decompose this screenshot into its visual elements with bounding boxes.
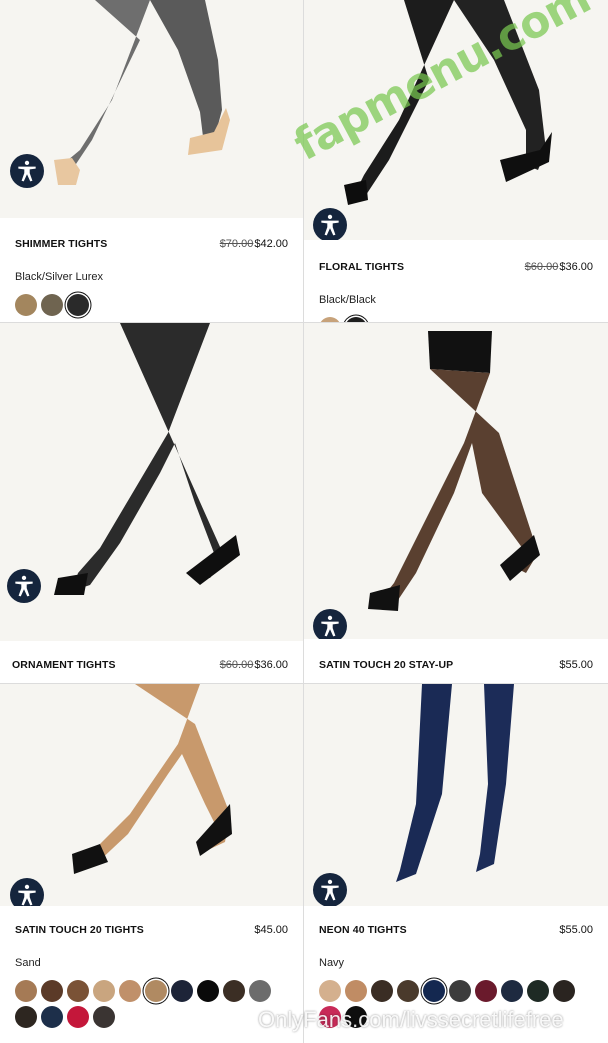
selected-color-name: Sand bbox=[15, 957, 41, 969]
color-swatch[interactable] bbox=[449, 980, 471, 1002]
product-name[interactable]: ORNAMENT TIGHTS bbox=[12, 659, 116, 671]
accessibility-person-icon bbox=[18, 884, 36, 906]
original-price: $70.00 bbox=[219, 238, 254, 250]
product-card-satin-touch-20-tights[interactable]: SATIN TOUCH 20 TIGHTS $45.00 Sand bbox=[0, 684, 303, 1043]
accessibility-button[interactable] bbox=[7, 569, 41, 603]
accessibility-person-icon bbox=[18, 160, 36, 182]
color-swatch[interactable] bbox=[93, 1006, 115, 1028]
color-swatch[interactable] bbox=[15, 1006, 37, 1028]
product-card-ornament-tights[interactable]: ORNAMENT TIGHTS $60.00$36.00 bbox=[0, 323, 303, 683]
selected-color-name: Black/Silver Lurex bbox=[15, 271, 104, 283]
color-swatch[interactable] bbox=[371, 980, 393, 1002]
color-swatches bbox=[15, 294, 89, 316]
product-name[interactable]: SHIMMER TIGHTS bbox=[15, 238, 107, 250]
original-price: $60.00 bbox=[524, 261, 559, 273]
selected-color-name: Black/Black bbox=[319, 294, 376, 306]
color-swatch[interactable] bbox=[345, 980, 367, 1002]
product-info: SHIMMER TIGHTS $70.00$42.00 Black/Silver… bbox=[0, 218, 303, 322]
product-info: ORNAMENT TIGHTS $60.00$36.00 bbox=[0, 641, 303, 683]
color-swatch[interactable] bbox=[15, 980, 37, 1002]
color-swatch[interactable] bbox=[67, 1006, 89, 1028]
product-image[interactable] bbox=[0, 0, 303, 218]
product-price: $60.00$36.00 bbox=[220, 659, 288, 671]
color-swatch[interactable] bbox=[41, 1006, 63, 1028]
color-swatches bbox=[15, 980, 285, 1028]
price: $45.00 bbox=[254, 924, 288, 936]
sale-price: $36.00 bbox=[254, 659, 288, 671]
accessibility-person-icon bbox=[321, 615, 339, 637]
product-name[interactable]: SATIN TOUCH 20 STAY-UP bbox=[319, 659, 453, 671]
product-price: $45.00 bbox=[254, 924, 288, 936]
color-swatch[interactable] bbox=[41, 980, 63, 1002]
product-card-satin-touch-20-stay-up[interactable]: SATIN TOUCH 20 STAY-UP $55.00 bbox=[304, 323, 608, 683]
price: $55.00 bbox=[559, 924, 593, 936]
product-price: $55.00 bbox=[559, 924, 593, 936]
grid-divider-horizontal bbox=[0, 322, 608, 323]
accessibility-button[interactable] bbox=[313, 609, 347, 643]
accessibility-person-icon bbox=[321, 879, 339, 901]
product-price: $70.00$42.00 bbox=[220, 238, 288, 250]
color-swatch[interactable] bbox=[397, 980, 419, 1002]
sale-price: $36.00 bbox=[559, 261, 593, 273]
color-swatch[interactable] bbox=[15, 294, 37, 316]
accessibility-button[interactable] bbox=[313, 208, 347, 242]
accessibility-person-icon bbox=[321, 214, 339, 236]
accessibility-button[interactable] bbox=[313, 873, 347, 907]
product-image[interactable] bbox=[0, 323, 303, 641]
color-swatch[interactable] bbox=[171, 980, 193, 1002]
selected-color-name: Navy bbox=[319, 957, 345, 969]
sale-price: $42.00 bbox=[254, 238, 288, 250]
color-swatch[interactable] bbox=[93, 980, 115, 1002]
color-swatch[interactable] bbox=[423, 980, 445, 1002]
product-price: $60.00$36.00 bbox=[525, 261, 593, 273]
color-swatch[interactable] bbox=[553, 980, 575, 1002]
color-swatch[interactable] bbox=[223, 980, 245, 1002]
product-name[interactable]: NEON 40 TIGHTS bbox=[319, 924, 407, 936]
price: $55.00 bbox=[559, 659, 593, 671]
product-name[interactable]: FLORAL TIGHTS bbox=[319, 261, 404, 273]
color-swatch[interactable] bbox=[197, 980, 219, 1002]
product-name[interactable]: SATIN TOUCH 20 TIGHTS bbox=[15, 924, 144, 936]
color-swatch[interactable] bbox=[501, 980, 523, 1002]
color-swatch[interactable] bbox=[119, 980, 141, 1002]
watermark-bottom: OnlyFans.com/livssecretlifefree bbox=[258, 1007, 564, 1032]
product-card-shimmer-tights[interactable]: SHIMMER TIGHTS $70.00$42.00 Black/Silver… bbox=[0, 0, 303, 322]
color-swatch[interactable] bbox=[475, 980, 497, 1002]
product-card-neon-40-tights[interactable]: NEON 40 TIGHTS $55.00 Navy bbox=[304, 684, 608, 1043]
color-swatch[interactable] bbox=[527, 980, 549, 1002]
original-price: $60.00 bbox=[219, 659, 254, 671]
product-info: SATIN TOUCH 20 STAY-UP $55.00 bbox=[304, 639, 608, 683]
color-swatch[interactable] bbox=[67, 980, 89, 1002]
product-info: FLORAL TIGHTS $60.00$36.00 Black/Black bbox=[304, 240, 608, 322]
product-image[interactable] bbox=[0, 684, 303, 906]
color-swatch[interactable] bbox=[249, 980, 271, 1002]
color-swatch[interactable] bbox=[41, 294, 63, 316]
accessibility-button[interactable] bbox=[10, 154, 44, 188]
product-image[interactable] bbox=[304, 323, 608, 639]
product-image[interactable] bbox=[304, 684, 608, 906]
accessibility-person-icon bbox=[15, 575, 33, 597]
color-swatch[interactable] bbox=[145, 980, 167, 1002]
color-swatch[interactable] bbox=[319, 980, 341, 1002]
color-swatch[interactable] bbox=[67, 294, 89, 316]
grid-divider-horizontal bbox=[0, 683, 608, 684]
product-price: $55.00 bbox=[559, 659, 593, 671]
